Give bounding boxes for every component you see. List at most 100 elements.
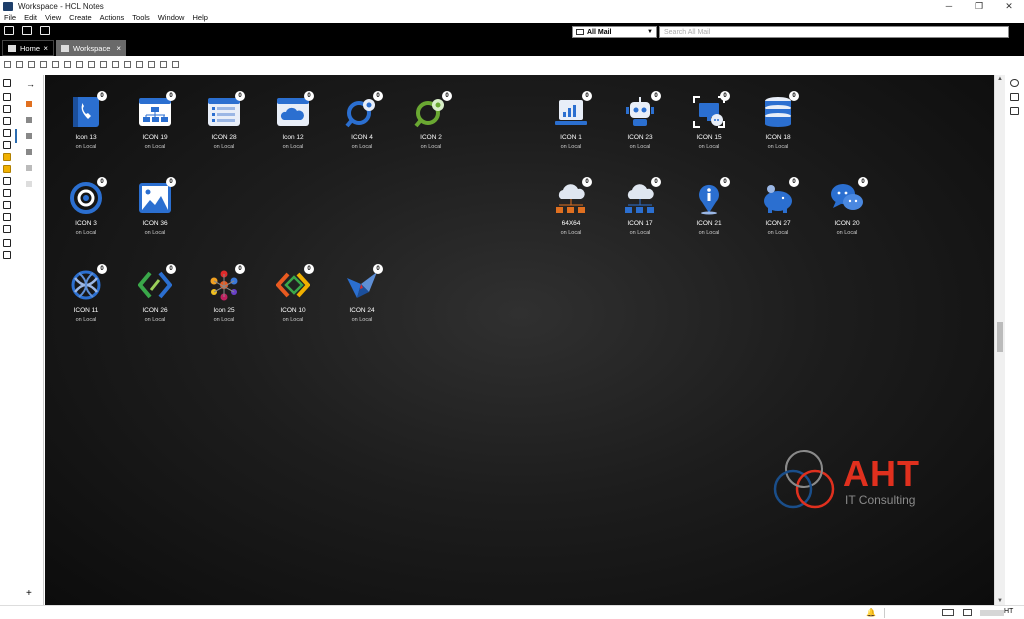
workspace-tile[interactable]: 0 ICON 28 on Local [189,91,259,150]
tile-name: 64X64 [561,220,581,227]
bell-icon[interactable]: 🔔 [866,608,876,617]
toolbar-btn-3[interactable] [28,61,35,68]
unread-badge: 0 [373,264,383,274]
add-page-button[interactable]: + [26,588,32,599]
toolbar-btn-1[interactable] [4,61,11,68]
workspace-tile[interactable]: 0 ICON 10 on Local [258,264,328,323]
envelope-icon [576,29,584,35]
workspace-tile[interactable]: 0 ICON 36 on Local [120,177,190,236]
mail-rail-icon[interactable] [3,93,11,101]
todo-rail-icon[interactable] [3,129,11,137]
search-options-icon[interactable]: ⚙ [984,26,991,36]
workspace-tile[interactable]: 0 ICON 17 on Local [605,177,675,236]
workspace-tile[interactable]: 0 ICON 2 on Local [396,91,466,150]
briefcase-icon[interactable] [1010,107,1019,115]
toolbar-btn-11[interactable] [124,61,131,68]
scroll-down-icon[interactable]: ▼ [997,598,1003,604]
sametime-icon[interactable] [1010,79,1019,87]
workspace-tile[interactable]: 0 ICON 18 on Local [743,91,813,150]
calendar-rail-icon[interactable] [3,105,11,113]
arrow-right-icon[interactable]: → [26,79,35,89]
menu-window[interactable]: Window [158,13,185,22]
workspace-tile[interactable]: 0 ICON 3 on Local [51,177,121,236]
scroll-up-icon[interactable]: ▲ [997,76,1003,82]
maximize-button[interactable]: ❐ [964,0,994,12]
workspace-tile[interactable]: 0 ICON 15 on Local [674,91,744,150]
toolbar-btn-9[interactable] [100,61,107,68]
workspace-tile[interactable]: 0 ICON 19 on Local [120,91,190,150]
workspace-tile[interactable]: 0 ICON 24 on Local [327,264,397,323]
workspace-tile[interactable]: 0 ICON 1 on Local [536,91,606,150]
tab-home[interactable]: Home × [2,40,54,56]
workspace-tile[interactable]: 0 ICON 11 on Local [51,264,121,323]
tab-workspace[interactable]: Workspace × [56,40,126,56]
toolbar-btn-8[interactable] [88,61,95,68]
info-rail-icon[interactable] [3,239,11,247]
toolbar-btn-12[interactable] [136,61,143,68]
minimize-button[interactable]: ─ [934,0,964,12]
workspace-tile[interactable]: 0 ICON 4 on Local [327,91,397,150]
scroll-thumb[interactable] [997,322,1003,352]
toolbar-btn-2[interactable] [16,61,23,68]
tab-home-close-icon[interactable]: × [43,44,48,53]
vertical-scrollbar[interactable]: ▲ ▼ [994,75,1005,605]
menu-file[interactable]: File [4,13,16,22]
history-rail-icon[interactable] [3,213,11,221]
clear-search-icon[interactable]: ✕ [972,26,979,36]
org-chart-icon: 0 [138,91,176,129]
bookmark-rail-icon[interactable] [3,177,11,185]
workspace-tile[interactable]: 0 ICON 23 on Local [605,91,675,150]
close-window-button[interactable]: ✕ [994,0,1024,12]
tile-location: on Local [698,144,720,150]
workspace-tile[interactable]: 0 ICON 26 on Local [120,264,190,323]
toolbar-btn-13[interactable] [148,61,155,68]
favorites-rail-icon[interactable] [3,201,11,209]
workspace-tile[interactable]: 0 ICON 21 on Local [674,177,744,236]
contacts-quick-icon[interactable] [40,26,50,35]
page-tab-6[interactable] [26,181,32,187]
search-input[interactable]: Search All Mail [659,26,1009,38]
location-icon[interactable] [963,609,972,616]
page-tab-4[interactable] [26,149,32,155]
menu-help[interactable]: Help [192,13,207,22]
workspace-tile[interactable]: 0 ICON 27 on Local [743,177,813,236]
menu-actions[interactable]: Actions [100,13,125,22]
menu-tools[interactable]: Tools [132,13,150,22]
toolbar-btn-7[interactable] [76,61,83,68]
workspace-tile[interactable]: 0 Icon 25 on Local [189,264,259,323]
replication-rail-icon[interactable] [3,141,11,149]
workspace-tile[interactable]: 0 Icon 13 on Local [51,91,121,150]
tab-workspace-close-icon[interactable]: × [116,44,121,53]
toolbar-btn-6[interactable] [64,61,71,68]
toolbar-btn-14[interactable] [160,61,167,68]
calendar-panel-icon[interactable] [1010,93,1019,101]
page-tab-5[interactable] [26,165,32,171]
workspace-tile[interactable]: 0 64X64 on Local [536,177,606,236]
connection-icon[interactable] [942,609,954,616]
menu-create[interactable]: Create [69,13,92,22]
mail-quick-icon[interactable] [4,26,14,35]
tile-location: on Local [767,144,789,150]
open-rail-icon[interactable] [3,225,11,233]
pencil-rail-icon[interactable] [3,165,11,173]
search-scope-dropdown[interactable]: All Mail ▼ [572,26,657,38]
page-tab-1[interactable] [26,101,32,107]
menu-view[interactable]: View [45,13,61,22]
menu-edit[interactable]: Edit [24,13,37,22]
contacts-rail-icon[interactable] [3,117,11,125]
search-rail-icon[interactable] [3,79,11,87]
toolbar-btn-4[interactable] [40,61,47,68]
hcl-notes-logo-icon [3,1,13,11]
apps-rail-icon[interactable] [3,189,11,197]
workspace-tile[interactable]: 0 Icon 12 on Local [258,91,328,150]
search-icon[interactable]: ⌕ [996,26,1000,36]
toolbar-btn-5[interactable] [52,61,59,68]
toolbar-btn-15[interactable] [172,61,179,68]
page-tab-2[interactable] [26,117,32,123]
page-tab-3[interactable] [26,133,32,139]
workspace-tile[interactable]: 0 ICON 20 on Local [812,177,882,236]
notebook-rail-icon[interactable] [3,153,11,161]
calendar-quick-icon[interactable] [22,26,32,35]
toolbar-btn-10[interactable] [112,61,119,68]
home-rail-icon[interactable] [3,251,11,259]
